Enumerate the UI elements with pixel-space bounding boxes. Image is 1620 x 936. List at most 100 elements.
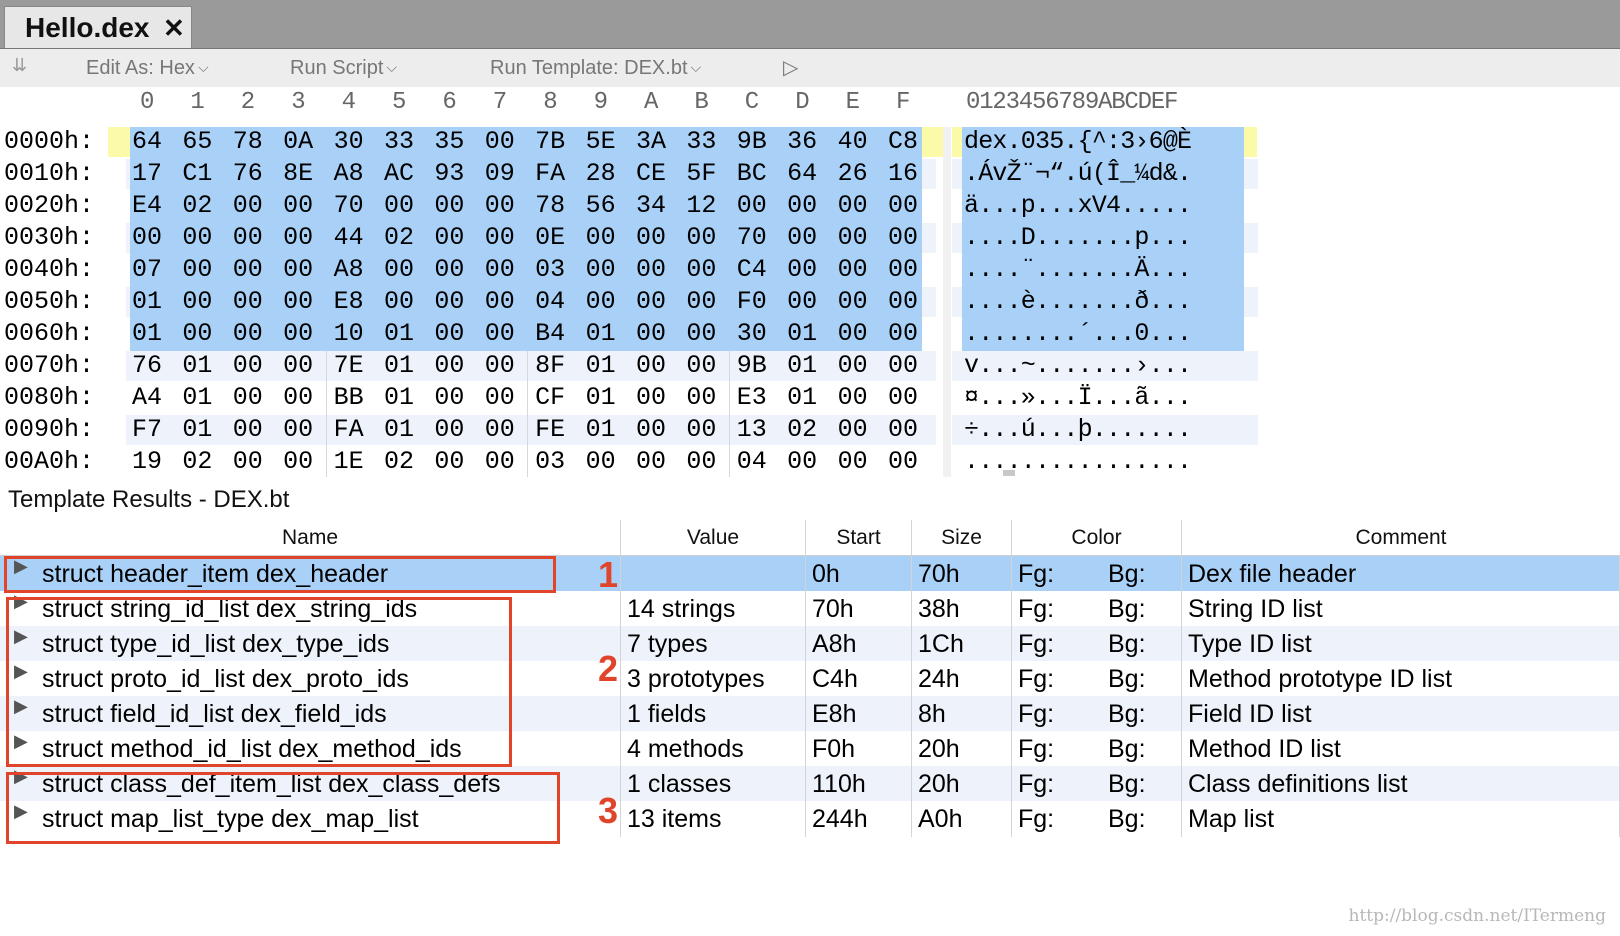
hex-byte[interactable]: 8F [530,351,570,380]
hex-byte[interactable]: 10 [329,319,369,348]
hex-byte[interactable]: 5E [581,127,621,156]
hex-byte[interactable]: F0 [732,287,772,316]
hex-byte[interactable]: 00 [429,191,469,220]
file-tab[interactable]: Hello.dex ✕ [4,6,192,48]
hex-byte[interactable]: 00 [782,447,822,476]
hex-editor[interactable]: 0123456789ABCDEF 0123456789ABCDEF 0000h:… [0,87,1620,477]
hex-byte[interactable]: 30 [732,319,772,348]
hex-byte[interactable]: C4 [732,255,772,284]
hex-byte[interactable]: 01 [127,319,167,348]
hex-byte[interactable]: 00 [429,383,469,412]
hex-byte[interactable]: 12 [681,191,721,220]
hex-byte[interactable]: 00 [631,351,671,380]
hex-byte[interactable]: 7B [530,127,570,156]
hex-byte[interactable]: 01 [379,415,419,444]
hex-byte[interactable]: 00 [833,383,873,412]
hex-byte[interactable]: 00 [278,383,318,412]
hex-byte[interactable]: 56 [581,191,621,220]
hex-byte[interactable]: 00 [480,191,520,220]
hex-byte[interactable]: 00 [228,287,268,316]
hex-byte[interactable]: 00 [278,319,318,348]
hex-byte[interactable]: 00 [278,351,318,380]
hex-byte[interactable]: 00 [228,383,268,412]
hex-byte[interactable]: 00 [833,223,873,252]
ascii-row[interactable]: ÷...ú...þ....... [964,415,1192,444]
ascii-row[interactable]: dex.035.{^:3›6@È [964,127,1192,156]
hex-byte[interactable]: E4 [127,191,167,220]
run-template-dropdown[interactable]: Run Template: DEX.bt ⌵ [490,57,701,80]
ascii-row[interactable]: ....D.......p... [964,223,1192,252]
hex-byte[interactable]: 00 [681,351,721,380]
hex-byte[interactable]: 00 [278,447,318,476]
hex-byte[interactable]: 1E [329,447,369,476]
hex-byte[interactable]: 01 [379,319,419,348]
hex-byte[interactable]: 01 [177,415,217,444]
hex-byte[interactable]: CE [631,159,671,188]
hex-byte[interactable]: 00 [681,223,721,252]
hex-byte[interactable]: 00 [631,319,671,348]
hex-byte[interactable]: 00 [782,255,822,284]
hex-byte[interactable]: 00 [631,223,671,252]
hex-byte[interactable]: 00 [883,255,923,284]
hex-byte[interactable]: 00 [782,287,822,316]
hex-byte[interactable]: 04 [732,447,772,476]
hex-byte[interactable]: 00 [833,415,873,444]
collapse-icon[interactable]: ⇊ [12,55,27,76]
hex-byte[interactable]: 00 [228,447,268,476]
hex-byte[interactable]: 01 [379,351,419,380]
hex-byte[interactable]: A8 [329,159,369,188]
hex-byte[interactable]: 03 [530,255,570,284]
hex-byte[interactable]: 00 [429,287,469,316]
hex-byte[interactable]: 00 [681,415,721,444]
hex-byte[interactable]: 01 [177,351,217,380]
hex-byte[interactable]: 00 [480,319,520,348]
header-comment[interactable]: Comment [1182,520,1620,556]
hex-byte[interactable]: 01 [379,383,419,412]
edit-as-dropdown[interactable]: Edit As: Hex ⌵ [86,57,209,80]
close-icon[interactable]: ✕ [163,13,185,44]
hex-byte[interactable]: 8E [278,159,318,188]
hex-byte[interactable]: 01 [782,383,822,412]
hex-byte[interactable]: 00 [581,255,621,284]
hex-byte[interactable]: 00 [631,447,671,476]
hex-byte[interactable]: 76 [127,351,167,380]
ascii-row[interactable]: ä...p...xV4..... [964,191,1192,220]
hex-byte[interactable]: C8 [883,127,923,156]
hex-byte[interactable]: A8 [329,255,369,284]
hex-byte[interactable]: 02 [177,191,217,220]
header-name[interactable]: Name [0,520,621,556]
hex-byte[interactable]: 04 [530,287,570,316]
hex-byte[interactable]: 00 [278,415,318,444]
hex-byte[interactable]: 01 [782,319,822,348]
ascii-row[interactable]: ................ [964,447,1192,476]
hex-byte[interactable]: 00 [177,255,217,284]
hex-byte[interactable]: 02 [177,447,217,476]
hex-byte[interactable]: 65 [177,127,217,156]
hex-byte[interactable]: 26 [833,159,873,188]
hex-byte[interactable]: 01 [782,351,822,380]
hex-byte[interactable]: 00 [681,383,721,412]
hex-byte[interactable]: BC [732,159,772,188]
hex-byte[interactable]: FA [329,415,369,444]
hex-byte[interactable]: 01 [581,383,621,412]
hex-byte[interactable]: 33 [379,127,419,156]
hex-byte[interactable]: 64 [127,127,167,156]
template-results-table[interactable]: Name Value Start Size Color Comment stru… [0,520,1620,936]
hex-byte[interactable]: 17 [127,159,167,188]
hex-byte[interactable]: 00 [833,287,873,316]
hex-byte[interactable]: 00 [228,351,268,380]
hex-byte[interactable]: C1 [177,159,217,188]
hex-byte[interactable]: CF [530,383,570,412]
hex-byte[interactable]: 00 [429,255,469,284]
hex-byte[interactable]: 28 [581,159,621,188]
hex-byte[interactable]: 00 [278,287,318,316]
hex-byte[interactable]: 00 [883,415,923,444]
hex-byte[interactable]: 00 [732,191,772,220]
hex-byte[interactable]: 78 [228,127,268,156]
hex-byte[interactable]: 00 [631,287,671,316]
hex-byte[interactable]: 01 [581,415,621,444]
hex-byte[interactable]: 70 [329,191,369,220]
hex-byte[interactable]: 00 [177,319,217,348]
hex-byte[interactable]: 00 [681,287,721,316]
hex-byte[interactable]: 00 [429,319,469,348]
